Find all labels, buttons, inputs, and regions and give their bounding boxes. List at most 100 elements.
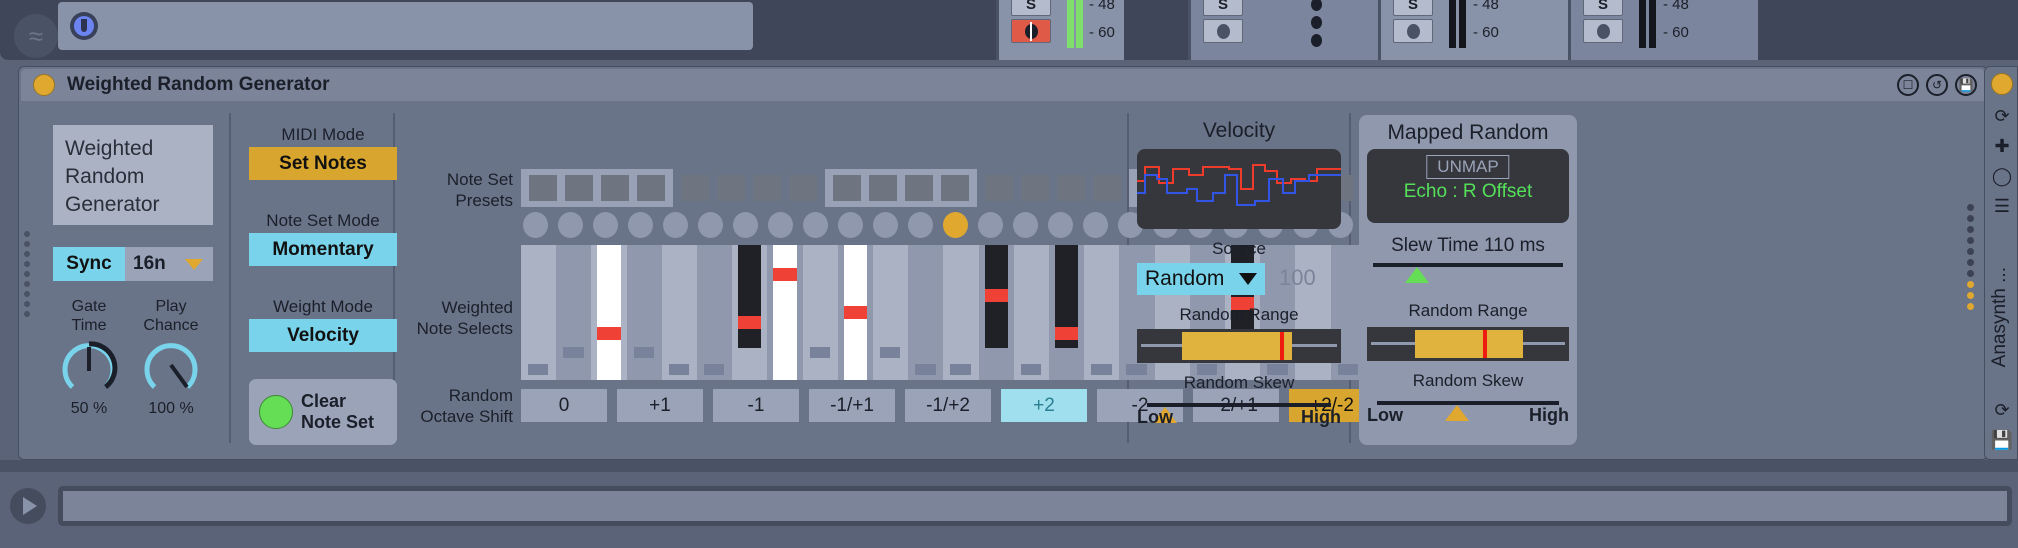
- note-set-preset-button[interactable]: [601, 175, 629, 201]
- slew-time-handle[interactable]: [1405, 267, 1429, 283]
- octave-shift-option[interactable]: -1/+2: [905, 389, 991, 422]
- device-browser-lane[interactable]: [58, 2, 753, 50]
- save-icon[interactable]: 💾: [1989, 427, 2015, 453]
- white-key-weight-slider[interactable]: [597, 245, 621, 380]
- collapsed-device-anasynth[interactable]: ⟳ ✚ ◯ ☰ Anasynth ... ⟳ 💾: [1984, 66, 2018, 460]
- note-lane[interactable]: [943, 245, 979, 380]
- weight-slider-stub[interactable]: [1091, 364, 1112, 375]
- note-lane[interactable]: [802, 245, 838, 380]
- note-set-preset-button[interactable]: [717, 175, 745, 201]
- record-arm-button[interactable]: [1011, 19, 1051, 43]
- gate-time-knob[interactable]: [60, 339, 118, 397]
- bottom-lane[interactable]: [58, 486, 2012, 526]
- note-toggle-dot[interactable]: [978, 212, 1003, 238]
- note-toggle-dot[interactable]: [1013, 212, 1038, 238]
- solo-button[interactable]: S: [1583, 0, 1623, 16]
- octave-shift-option[interactable]: 0: [521, 389, 607, 422]
- weight-slider-stub[interactable]: [915, 364, 936, 375]
- unmap-button[interactable]: UNMAP: [1426, 155, 1510, 179]
- record-arm-button[interactable]: [1583, 19, 1623, 43]
- note-toggle-dot[interactable]: [803, 212, 828, 238]
- note-lane[interactable]: [908, 245, 944, 380]
- note-toggle-dot[interactable]: [523, 212, 548, 238]
- reload-icon[interactable]: ⟳: [1989, 103, 2015, 129]
- play-chance-knob[interactable]: [142, 339, 200, 397]
- note-lane[interactable]: [556, 245, 592, 380]
- mapped-skew-handle[interactable]: [1445, 405, 1469, 421]
- octave-shift-option[interactable]: +1: [617, 389, 703, 422]
- note-toggle-dot[interactable]: [663, 212, 688, 238]
- note-set-preset-button[interactable]: [753, 175, 781, 201]
- weight-slider-stub[interactable]: [528, 364, 549, 375]
- weight-slider-handle[interactable]: [597, 327, 621, 340]
- note-set-preset-button[interactable]: [833, 175, 861, 201]
- octave-shift-option[interactable]: +2: [1001, 389, 1087, 422]
- note-lane[interactable]: [1013, 245, 1049, 380]
- chevron-down-icon[interactable]: [185, 259, 203, 270]
- note-set-preset-button[interactable]: [869, 175, 897, 201]
- note-toggle-dot[interactable]: [1048, 212, 1073, 238]
- solo-button[interactable]: S: [1011, 0, 1051, 16]
- note-toggle-dot[interactable]: [698, 212, 723, 238]
- mapped-random-range-slider[interactable]: [1367, 327, 1569, 361]
- note-toggle-dot[interactable]: [838, 212, 863, 238]
- octave-shift-option[interactable]: -1: [713, 389, 799, 422]
- note-set-preset-button[interactable]: [637, 175, 665, 201]
- midi-mode-button[interactable]: Set Notes: [249, 147, 397, 180]
- weight-slider-stub[interactable]: [704, 364, 725, 375]
- note-toggle-dot[interactable]: [593, 212, 618, 238]
- note-set-preset-button[interactable]: [941, 175, 969, 201]
- note-toggle-dot[interactable]: [733, 212, 758, 238]
- velocity-random-range-slider[interactable]: [1137, 329, 1341, 363]
- note-lane[interactable]: [1084, 245, 1120, 380]
- note-set-preset-button[interactable]: [1057, 175, 1085, 201]
- note-toggle-dot[interactable]: [943, 212, 968, 238]
- velocity-source-select[interactable]: Random: [1137, 263, 1265, 295]
- weight-slider-handle[interactable]: [1054, 327, 1079, 340]
- record-arm-button[interactable]: [1203, 19, 1243, 43]
- weight-slider-stub[interactable]: [880, 347, 901, 358]
- map-view-icon[interactable]: ☐: [1897, 74, 1919, 96]
- sync-rate-value[interactable]: 16n: [133, 253, 166, 275]
- note-set-preset-button[interactable]: [529, 175, 557, 201]
- play-icon[interactable]: [10, 488, 46, 524]
- record-arm-button[interactable]: [1393, 19, 1433, 43]
- note-set-mode-button[interactable]: Momentary: [249, 233, 397, 266]
- weight-slider-stub[interactable]: [1020, 364, 1042, 375]
- note-lane[interactable]: [873, 245, 909, 380]
- weight-slider-handle[interactable]: [773, 268, 797, 281]
- note-set-preset-button[interactable]: [565, 175, 593, 201]
- weight-slider-handle[interactable]: [843, 306, 867, 319]
- device-power-led[interactable]: [1991, 73, 2013, 95]
- weight-slider-stub[interactable]: [668, 364, 690, 375]
- solo-button[interactable]: S: [1393, 0, 1433, 16]
- weight-slider-stub[interactable]: [809, 347, 831, 358]
- note-toggle-dot[interactable]: [1083, 212, 1108, 238]
- note-set-preset-button[interactable]: [1093, 175, 1121, 201]
- note-set-preset-button[interactable]: [681, 175, 709, 201]
- device-chain-grip[interactable]: [1967, 200, 1974, 314]
- note-set-preset-button[interactable]: [789, 175, 817, 201]
- reload-icon[interactable]: ↺: [1926, 74, 1948, 96]
- note-toggle-dot[interactable]: [558, 212, 583, 238]
- white-key-weight-slider[interactable]: [773, 245, 797, 380]
- note-lane[interactable]: [521, 245, 557, 380]
- weight-slider-handle[interactable]: [738, 316, 762, 329]
- octave-shift-option[interactable]: -1/+1: [809, 389, 895, 422]
- note-set-preset-button[interactable]: [1021, 175, 1049, 201]
- reload-icon[interactable]: ⟳: [1989, 397, 2015, 423]
- black-key-weight-slider[interactable]: [738, 245, 762, 348]
- weight-slider-stub[interactable]: [950, 364, 971, 375]
- weight-slider-stub[interactable]: [633, 347, 655, 358]
- clear-note-set-button[interactable]: Clear Note Set: [249, 379, 397, 445]
- device-power-led[interactable]: [33, 74, 55, 96]
- note-lane[interactable]: [697, 245, 733, 380]
- note-toggle-dot[interactable]: [768, 212, 793, 238]
- note-toggle-dot[interactable]: [873, 212, 898, 238]
- pin-icon[interactable]: ◯: [1989, 163, 2015, 189]
- weight-slider-handle[interactable]: [984, 289, 1008, 302]
- save-icon[interactable]: 💾: [1955, 74, 1977, 96]
- solo-button[interactable]: S: [1203, 0, 1243, 16]
- note-toggle-dot[interactable]: [908, 212, 933, 238]
- note-set-preset-button[interactable]: [985, 175, 1013, 201]
